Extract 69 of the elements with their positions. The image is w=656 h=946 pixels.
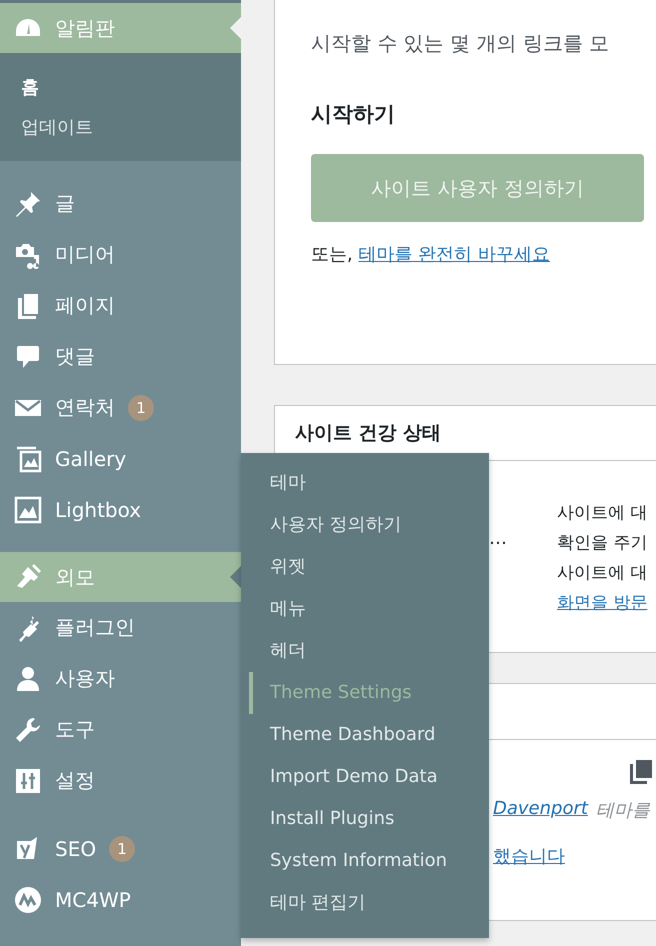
health-status: …	[489, 528, 507, 549]
card-title: 사이트 건강 상태	[295, 421, 442, 446]
flyout-item[interactable]: 헤더	[241, 630, 489, 672]
image-icon	[14, 496, 42, 524]
flyout-item[interactable]: System Information	[241, 840, 489, 882]
sidebar-label: 페이지	[55, 292, 115, 319]
sidebar-label: 연락처	[55, 394, 115, 421]
sidebar-label: 알림판	[55, 14, 115, 42]
flyout-item[interactable]: 위젯	[241, 546, 489, 588]
person-icon	[14, 664, 42, 692]
welcome-subtitle: 시작할 수 있는 몇 개의 링크를 모	[311, 30, 610, 57]
pointer-icon	[230, 17, 241, 39]
gallery-icon	[14, 444, 42, 472]
change-theme-link[interactable]: 테마를 완전히 바꾸세요	[358, 244, 550, 265]
sidebar-item[interactable]: 도구	[0, 704, 241, 755]
sidebar-item[interactable]: 댓글	[0, 331, 241, 382]
health-text: 확인을 주기	[557, 532, 648, 555]
sidebar-item[interactable]: MC4WP	[0, 874, 241, 925]
sidebar-label: 미디어	[55, 241, 115, 268]
sidebar-item[interactable]: 외모	[0, 552, 241, 602]
sidebar-label: 플러그인	[55, 614, 135, 641]
sliders-icon	[14, 766, 42, 794]
sidebar-label: Gallery	[55, 446, 126, 470]
sidebar-item[interactable]: 알림판	[0, 3, 241, 53]
theme-link[interactable]: Davenport	[493, 798, 588, 822]
flyout-item[interactable]: 메뉴	[241, 588, 489, 630]
paintbrush-icon	[14, 563, 42, 591]
sidebar-item[interactable]: Lightbox	[0, 484, 241, 535]
section-title: 시작하기	[311, 101, 396, 128]
sidebar-label: 외모	[55, 564, 95, 590]
health-link[interactable]: 화면을 방문	[557, 593, 648, 613]
flyout-item[interactable]: 사용자 정의하기	[241, 504, 489, 546]
status-link[interactable]: 했습니다	[493, 844, 565, 868]
sidebar-label: SEO	[55, 836, 96, 860]
sidebar-label: Lightbox	[55, 498, 142, 522]
sidebar-item[interactable]: Gallery	[0, 433, 241, 484]
flyout-item[interactable]: Theme Settings	[249, 672, 489, 714]
count-badge: 1	[109, 836, 136, 862]
pin-icon	[14, 190, 42, 218]
wrench-icon	[14, 716, 42, 744]
sidebar-item[interactable]: 미디어	[0, 229, 241, 280]
theme-text: 테마를	[596, 799, 650, 822]
sidebar-item[interactable]: 연락처 1	[0, 382, 241, 433]
sidebar-item[interactable]: 사용자	[0, 653, 241, 704]
flyout-item[interactable]: Theme Dashboard	[241, 714, 489, 756]
health-text: 사이트에 대	[557, 562, 648, 585]
sidebar-item[interactable]: 페이지	[0, 280, 241, 331]
sidebar-label: 댓글	[55, 343, 95, 370]
copy-icon[interactable]	[630, 760, 652, 784]
count-badge: 1	[128, 394, 154, 420]
sidebar-label: 사용자	[55, 665, 115, 692]
sidebar-item[interactable]: 설정	[0, 755, 241, 806]
sidebar-label: 도구	[55, 716, 95, 743]
alt-text: 또는,	[311, 244, 353, 265]
sidebar-label: 설정	[55, 767, 95, 794]
flyout-item[interactable]: 테마 편집기	[241, 882, 489, 924]
submenu-item[interactable]: 업데이트	[0, 107, 241, 147]
flyout-item[interactable]: Install Plugins	[241, 798, 489, 840]
health-text: 사이트에 대	[557, 502, 648, 525]
sidebar-item[interactable]: SEO 1	[0, 823, 241, 874]
flyout-item[interactable]: Import Demo Data	[241, 756, 489, 798]
sidebar-label: 글	[55, 190, 75, 217]
sidebar-item[interactable]: 글	[0, 178, 241, 229]
sidebar-item[interactable]: 플러그인	[0, 602, 241, 653]
mc4wp-icon	[14, 886, 42, 914]
flyout-item[interactable]: 테마	[241, 462, 489, 504]
sidebar-label: MC4WP	[55, 888, 131, 912]
customize-button[interactable]: 사이트 사용자 정의하기	[311, 154, 644, 222]
submenu-item[interactable]: 홈	[0, 67, 241, 107]
